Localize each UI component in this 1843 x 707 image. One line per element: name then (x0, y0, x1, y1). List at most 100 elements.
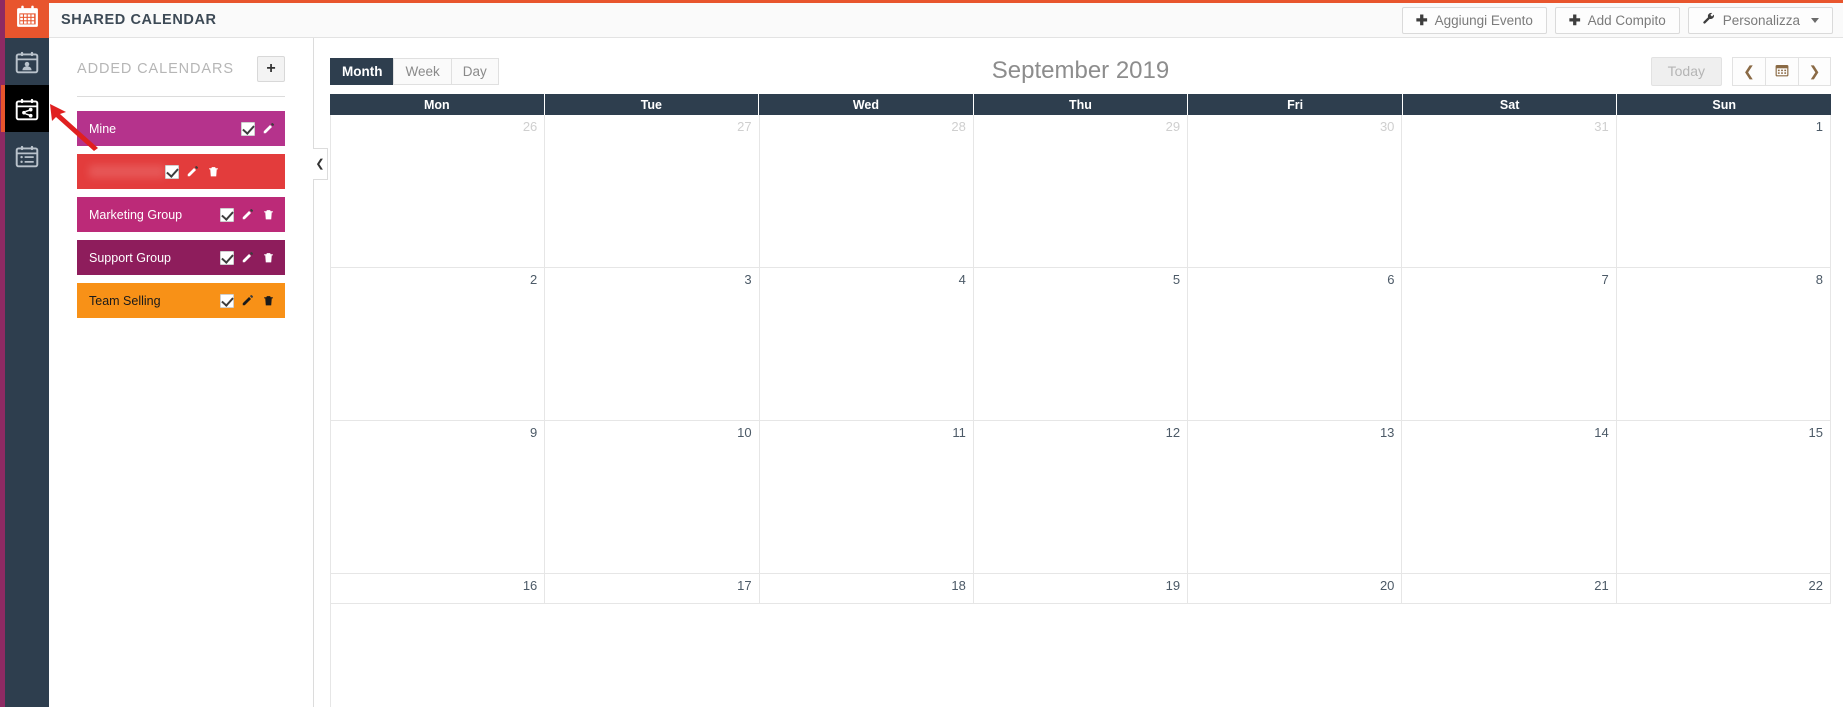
calendar-day-cell[interactable]: 29 (973, 115, 1189, 267)
calendar-main: Month Week Day September 2019 Today ❮ ❯ … (314, 38, 1843, 707)
delete-trash-icon[interactable] (262, 293, 276, 308)
prev-month-button[interactable]: ❮ (1732, 56, 1765, 86)
calendar-day-cell[interactable]: 31 (1402, 115, 1617, 267)
calendar-day-cell[interactable]: 13 (1188, 421, 1403, 573)
calendar-day-cell[interactable]: 28 (759, 115, 974, 267)
rail-shared-calendar[interactable] (1, 85, 49, 132)
calendar-list-icon (14, 143, 40, 169)
delete-trash-icon[interactable] (207, 164, 221, 179)
calendar-visibility-checkbox[interactable] (165, 164, 179, 179)
calendar-day-cell[interactable]: 12 (973, 421, 1189, 573)
calendar-icon (1775, 63, 1789, 80)
day-number: 1 (1815, 119, 1823, 134)
calendar-visibility-checkbox[interactable] (220, 207, 234, 222)
calendar-day-cell[interactable]: 15 (1616, 421, 1831, 573)
date-picker-button[interactable] (1765, 56, 1798, 86)
calendar-list-item[interactable]: Mine (77, 111, 285, 146)
delete-trash-icon[interactable] (262, 207, 276, 222)
calendar-week-row: 9 10 11 12 13 14 15 (331, 421, 1831, 574)
calendar-day-cell[interactable]: 6 (1188, 268, 1403, 420)
view-tabs: Month Week Day (330, 57, 499, 85)
calendar-list-item[interactable] (77, 154, 285, 189)
edit-pencil-icon[interactable] (186, 164, 200, 179)
calendar-name: Marketing Group (89, 207, 183, 222)
day-header-sat: Sat (1402, 94, 1617, 115)
delete-trash-icon[interactable] (262, 250, 276, 265)
chevron-left-icon: ❮ (315, 157, 325, 170)
calendar-day-cell[interactable]: 4 (759, 268, 974, 420)
panel-header: ADDED CALENDARS + (77, 56, 285, 97)
calendar-day-cell[interactable]: 22 (1616, 574, 1831, 603)
collapse-sidebar-button[interactable]: ❮ (313, 148, 328, 180)
calendar-day-cell[interactable]: 5 (973, 268, 1189, 420)
view-tab-month[interactable]: Month (330, 57, 394, 85)
calendar-day-cell[interactable]: 18 (759, 574, 974, 603)
day-number: 5 (1172, 272, 1181, 287)
calendar-day-cell[interactable]: 30 (1188, 115, 1403, 267)
add-event-button[interactable]: ✚ Aggiungi Evento (1401, 6, 1547, 34)
top-bar: SHARED CALENDAR ✚ Aggiungi Evento ✚ Add … (49, 0, 1843, 38)
calendar-visibility-checkbox[interactable] (220, 250, 234, 265)
calendar-name: Team Selling (89, 293, 161, 308)
calendar-day-cell[interactable]: 11 (759, 421, 974, 573)
content-row: ADDED CALENDARS + Mine Marketing Group Sup… (49, 38, 1843, 707)
day-number: 8 (1815, 272, 1823, 287)
rail-calendar-list[interactable] (1, 132, 49, 179)
day-of-week-header: Mon Tue Wed Thu Fri Sat Sun (330, 94, 1831, 115)
day-header-mon: Mon (330, 94, 544, 115)
today-button[interactable]: Today (1650, 56, 1722, 86)
calendar-day-cell[interactable]: 9 (331, 421, 546, 573)
add-task-button[interactable]: ✚ Add Compito (1554, 6, 1680, 34)
month-title: September 2019 (991, 57, 1170, 84)
calendar-day-cell[interactable]: 8 (1616, 268, 1831, 420)
day-number: 28 (951, 119, 966, 134)
day-number: 12 (1165, 425, 1181, 440)
day-number: 2 (530, 272, 538, 287)
add-calendar-button[interactable]: + (257, 56, 285, 82)
calendar-day-cell[interactable]: 16 (331, 574, 546, 603)
calendar-day-cell[interactable]: 20 (1188, 574, 1403, 603)
calendar-day-cell[interactable]: 14 (1402, 421, 1617, 573)
icon-rail (0, 0, 49, 707)
calendar-toolbar: Month Week Day September 2019 Today ❮ ❯ (330, 48, 1831, 94)
view-tab-day[interactable]: Day (450, 57, 499, 85)
calendar-week-row: 26 27 28 29 30 31 1 (331, 115, 1831, 268)
edit-pencil-icon[interactable] (262, 121, 276, 136)
calendar-nav-group: Today ❮ ❯ (1650, 56, 1831, 86)
day-number: 16 (522, 578, 538, 593)
calendar-visibility-checkbox[interactable] (220, 293, 234, 308)
calendar-person-icon (14, 49, 40, 75)
edit-pencil-icon[interactable] (241, 207, 255, 222)
calendar-day-cell[interactable]: 19 (973, 574, 1189, 603)
calendar-day-cell[interactable]: 26 (331, 115, 546, 267)
calendar-item-actions (165, 164, 221, 179)
next-month-button[interactable]: ❯ (1798, 56, 1831, 86)
calendar-list-item[interactable]: Marketing Group (77, 197, 285, 232)
calendar-list-item[interactable]: Support Group (77, 240, 285, 275)
day-number: 19 (1165, 578, 1181, 593)
calendar-day-cell[interactable]: 21 (1402, 574, 1617, 603)
edit-pencil-icon[interactable] (241, 293, 255, 308)
customize-button[interactable]: Personalizza (1687, 6, 1833, 34)
day-header-wed: Wed (759, 94, 973, 115)
calendar-day-cell[interactable]: 2 (331, 268, 546, 420)
calendar-share-icon (14, 96, 40, 122)
day-number: 31 (1594, 119, 1609, 134)
calendar-visibility-checkbox[interactable] (241, 121, 255, 136)
calendar-day-cell[interactable]: 7 (1402, 268, 1617, 420)
calendar-day-cell[interactable]: 3 (545, 268, 760, 420)
rail-my-calendar[interactable] (1, 38, 49, 85)
day-header-fri: Fri (1188, 94, 1402, 115)
calendar-day-cell[interactable]: 17 (545, 574, 760, 603)
calendar-list-item[interactable]: Team Selling (77, 283, 285, 318)
calendar-day-cell[interactable]: 10 (545, 421, 760, 573)
calendar-day-cell[interactable]: 27 (545, 115, 760, 267)
day-number: 30 (1379, 119, 1395, 134)
add-event-label: Aggiungi Evento (1434, 12, 1533, 28)
view-tab-week[interactable]: Week (393, 57, 451, 85)
chevron-right-icon: ❯ (1808, 62, 1821, 79)
day-number: 10 (737, 425, 752, 440)
day-number: 7 (1601, 272, 1609, 287)
edit-pencil-icon[interactable] (241, 250, 255, 265)
calendar-day-cell[interactable]: 1 (1616, 115, 1831, 267)
